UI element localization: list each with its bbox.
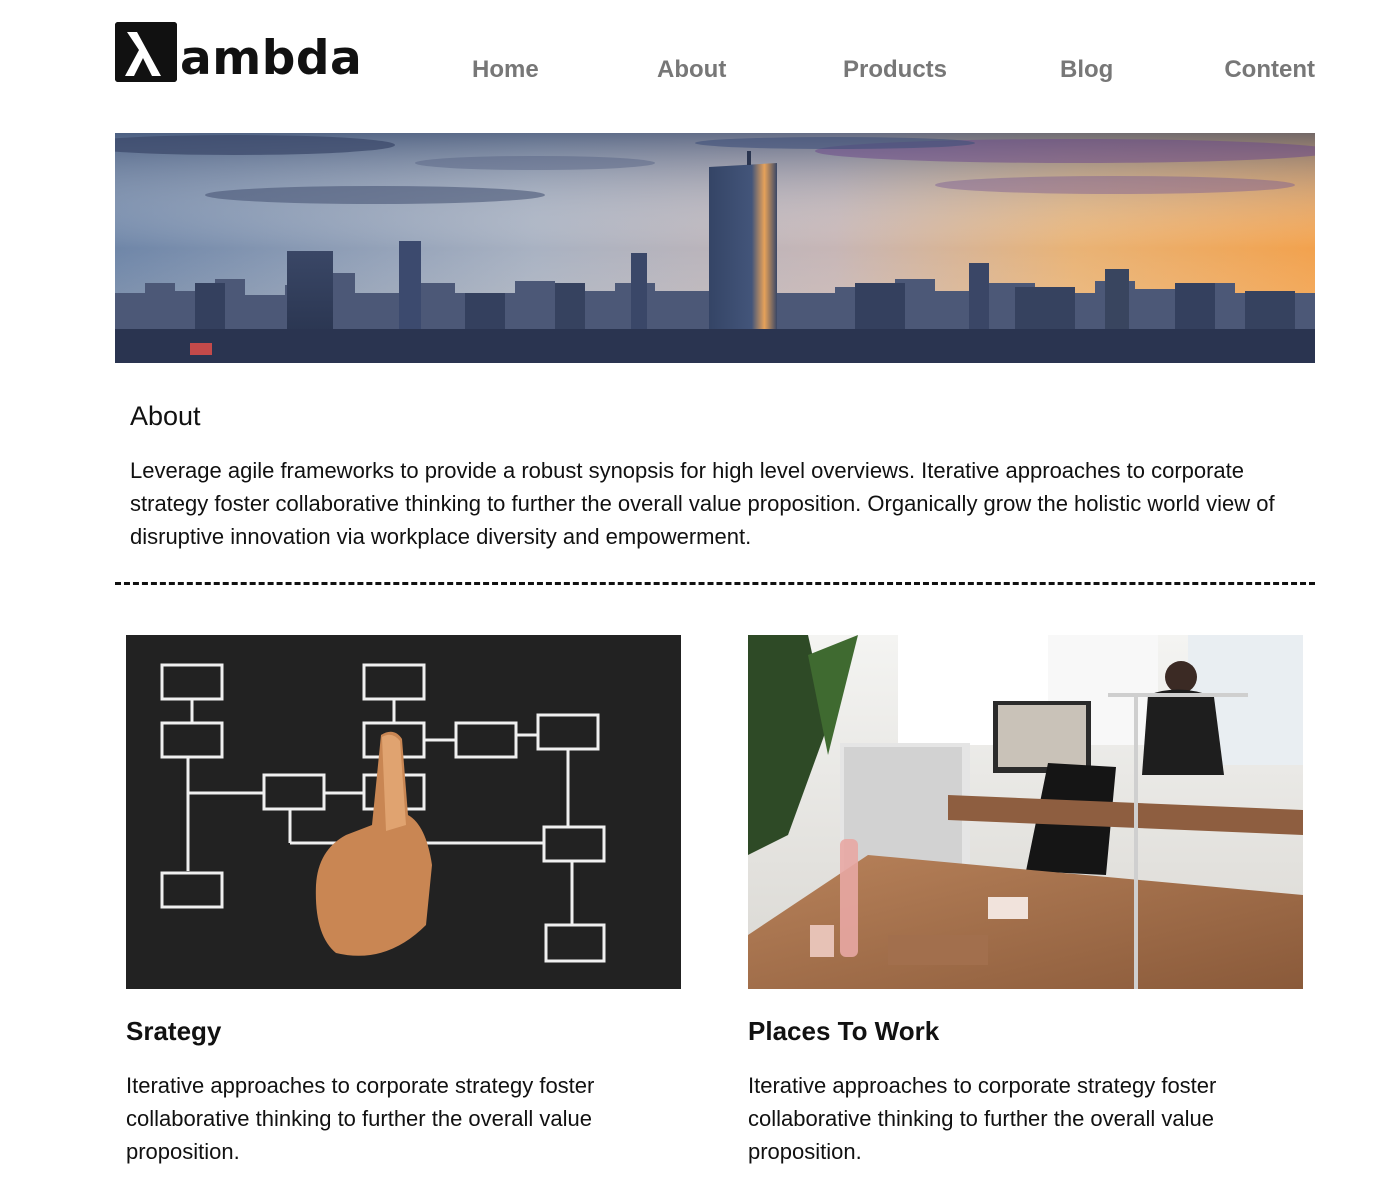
office-workspace-image xyxy=(748,635,1303,989)
dashed-divider xyxy=(115,582,1315,585)
card-places-title: Places To Work xyxy=(748,1016,940,1046)
card-strategy-text: Iterative approaches to corporate strate… xyxy=(126,1073,595,1164)
nav-content[interactable]: Content xyxy=(1224,56,1315,84)
card-strategy: Srategy Iterative approaches to corporat… xyxy=(126,635,681,1164)
nav-products[interactable]: Products xyxy=(843,56,947,84)
about-heading: About xyxy=(130,401,201,431)
site-header: ambda Home About Products Blog Content xyxy=(115,18,1315,88)
nav-home[interactable]: Home xyxy=(472,56,539,84)
nav-about[interactable]: About xyxy=(657,56,726,84)
about-paragraph: Leverage agile frameworks to provide a r… xyxy=(130,458,1275,549)
main-nav: Home About Products Blog Content xyxy=(115,56,1315,86)
nav-blog[interactable]: Blog xyxy=(1060,56,1113,84)
hero-skyline-image xyxy=(115,133,1315,363)
card-places-text: Iterative approaches to corporate strate… xyxy=(748,1073,1217,1164)
card-places-to-work: Places To Work Iterative approaches to c… xyxy=(748,635,1303,1164)
card-strategy-title: Srategy xyxy=(126,1016,222,1046)
flowchart-chalkboard-image xyxy=(126,635,681,989)
